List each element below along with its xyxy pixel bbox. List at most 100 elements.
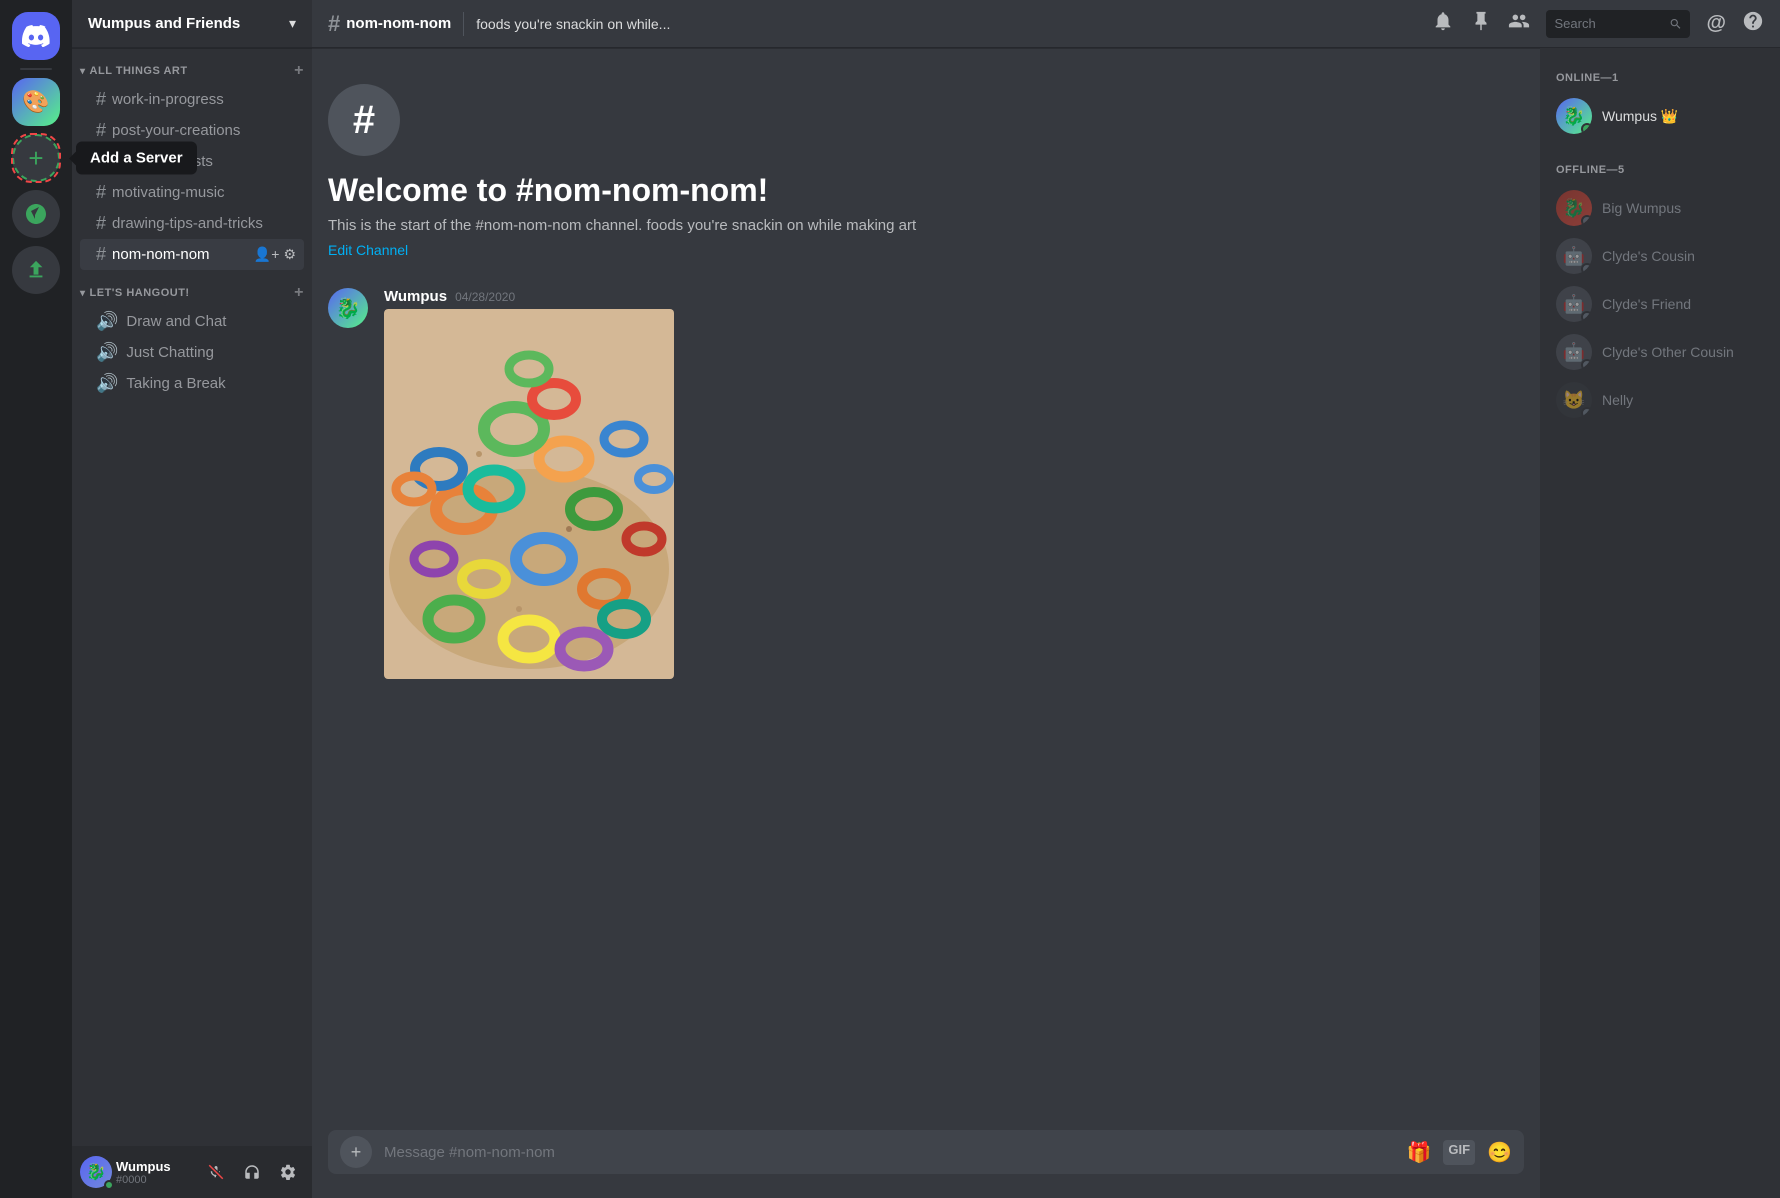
add-server-button[interactable]: + [12, 134, 60, 182]
category-chevron-icon: ▾ [80, 66, 86, 77]
add-channel-icon[interactable]: + [294, 62, 304, 80]
category-chevron-icon: ▾ [80, 288, 86, 299]
top-bar-icons: @ [1432, 10, 1764, 38]
edit-channel-link[interactable]: Edit Channel [328, 242, 408, 258]
member-item-wumpus[interactable]: 🐉 Wumpus 👑 [1548, 92, 1772, 140]
server-dropdown-icon: ▾ [289, 15, 296, 32]
member-name-clydes-friend: Clyde's Friend [1602, 296, 1691, 312]
channel-work-in-progress[interactable]: # work-in-progress [80, 84, 304, 115]
hash-icon: # [96, 120, 106, 141]
settings-icon[interactable]: ⚙ [283, 246, 296, 263]
cereal-image-svg [384, 309, 674, 679]
online-status-dot [1581, 123, 1592, 134]
gif-button[interactable]: GIF [1443, 1140, 1475, 1165]
current-user-avatar: 🐉 [80, 1156, 112, 1188]
server-sidebar: 🎨 + Add a Server [0, 0, 72, 1198]
user-controls [200, 1156, 304, 1188]
server-icon-explore[interactable] [12, 190, 60, 238]
online-members-header: ONLINE—1 [1548, 64, 1772, 88]
add-voice-channel-icon[interactable]: + [294, 284, 304, 302]
hash-icon: # [96, 213, 106, 234]
channel-actions: 👤+ ⚙ [254, 246, 296, 263]
voice-channel-just-chatting[interactable]: 🔊 Just Chatting [80, 337, 304, 368]
pin-icon[interactable] [1470, 10, 1492, 38]
top-bar-description: foods you're snackin on while... [476, 16, 1420, 32]
voice-channel-draw-and-chat[interactable]: 🔊 Draw and Chat [80, 306, 304, 337]
member-avatar-clydes-friend: 🤖 [1556, 286, 1592, 322]
offline-status-dot [1581, 407, 1592, 418]
member-name-clydes-cousin: Clyde's Cousin [1602, 248, 1695, 264]
channel-name: work-in-progress [112, 91, 296, 108]
current-user-name: Wumpus [116, 1159, 196, 1174]
member-name-wumpus: Wumpus 👑 [1602, 108, 1678, 125]
server-icon-discord-home[interactable] [12, 12, 60, 60]
member-avatar-nelly: 😺 [1556, 382, 1592, 418]
top-bar-channel-name: nom-nom-nom [346, 15, 451, 32]
message-content: Wumpus 04/28/2020 [384, 288, 1524, 684]
add-server-container: + Add a Server [12, 134, 60, 182]
add-member-icon[interactable]: 👤+ [254, 246, 280, 263]
inbox-icon[interactable]: @ [1706, 12, 1726, 35]
channel-motivating-music[interactable]: # motivating-music [80, 177, 304, 208]
channel-welcome-icon: # [328, 84, 400, 156]
member-item-nelly[interactable]: 😺 Nelly [1548, 376, 1772, 424]
channel-nom-nom-nom[interactable]: # nom-nom-nom 👤+ ⚙ [80, 239, 304, 270]
message-timestamp: 04/28/2020 [455, 290, 515, 304]
emoji-icon[interactable]: 😊 [1487, 1140, 1512, 1165]
current-user-discriminator: #0000 [116, 1174, 196, 1186]
channel-drawing-tips[interactable]: # drawing-tips-and-tricks [80, 208, 304, 239]
hash-icon: # [96, 89, 106, 110]
category-header-lets-hangout[interactable]: ▾ LET'S HANGOUT! + [72, 278, 312, 306]
voice-channel-taking-a-break[interactable]: 🔊 Taking a Break [80, 368, 304, 399]
member-name-clydes-other-cousin: Clyde's Other Cousin [1602, 344, 1734, 360]
server-name: Wumpus and Friends [88, 15, 289, 32]
server-icon-download[interactable] [12, 246, 60, 294]
member-name-text: Wumpus [1602, 108, 1657, 124]
crown-icon: 👑 [1661, 108, 1678, 124]
channel-welcome: # Welcome to #nom-nom-nom! This is the s… [328, 68, 1524, 284]
member-item-clydes-cousin[interactable]: 🤖 Clyde's Cousin [1548, 232, 1772, 280]
hash-icon: # [96, 244, 106, 265]
channel-hash-icon: # [328, 11, 340, 37]
settings-button[interactable] [272, 1156, 304, 1188]
member-avatar-clydes-cousin: 🤖 [1556, 238, 1592, 274]
mute-button[interactable] [200, 1156, 232, 1188]
voice-channel-name: Taking a Break [126, 375, 296, 392]
main-area: # nom-nom-nom foods you're snackin on wh… [312, 0, 1780, 1198]
category-header-all-things-art[interactable]: ▾ ALL THINGS ART + [72, 56, 312, 84]
welcome-title: Welcome to #nom-nom-nom! [328, 172, 1524, 209]
message-header: Wumpus 04/28/2020 [384, 288, 1524, 305]
speaker-icon: 🔊 [96, 311, 118, 332]
help-icon[interactable] [1742, 10, 1764, 38]
member-avatar-wumpus: 🐉 [1556, 98, 1592, 134]
member-item-clydes-friend[interactable]: 🤖 Clyde's Friend [1548, 280, 1772, 328]
category-lets-hangout: ▾ LET'S HANGOUT! + 🔊 Draw and Chat 🔊 Jus… [72, 278, 312, 399]
server-icon-wumpus-friends[interactable]: 🎨 [12, 78, 60, 126]
offline-status-dot [1581, 263, 1592, 274]
deafen-button[interactable] [236, 1156, 268, 1188]
member-item-big-wumpus[interactable]: 🐉 Big Wumpus [1548, 184, 1772, 232]
server-header[interactable]: Wumpus and Friends ▾ [72, 0, 312, 48]
attach-file-button[interactable]: + [340, 1136, 372, 1168]
notification-bell-icon[interactable] [1432, 10, 1454, 38]
welcome-desc: This is the start of the #nom-nom-nom ch… [328, 217, 1524, 234]
gift-icon[interactable]: 🎁 [1407, 1140, 1432, 1165]
message-input[interactable] [384, 1144, 1395, 1161]
member-name-nelly: Nelly [1602, 392, 1633, 408]
search-input[interactable] [1554, 16, 1661, 31]
channel-name: post-your-creations [112, 122, 296, 139]
voice-channel-name: Just Chatting [126, 344, 296, 361]
channel-name: drawing-tips-and-tricks [112, 215, 296, 232]
input-actions: 🎁 GIF 😊 [1407, 1140, 1512, 1165]
current-user-info: Wumpus #0000 [116, 1159, 196, 1186]
category-name-lets-hangout: LET'S HANGOUT! [90, 287, 295, 299]
red-dashed-border [11, 133, 61, 183]
members-icon[interactable] [1508, 10, 1530, 38]
category-name-all-things-art: ALL THINGS ART [90, 65, 295, 77]
search-bar[interactable] [1546, 10, 1690, 38]
top-bar: # nom-nom-nom foods you're snackin on wh… [312, 0, 1780, 48]
user-area: 🐉 Wumpus #0000 [72, 1146, 312, 1198]
chat-area: # Welcome to #nom-nom-nom! This is the s… [312, 48, 1540, 1198]
channel-name: motivating-music [112, 184, 296, 201]
member-item-clydes-other-cousin[interactable]: 🤖 Clyde's Other Cousin [1548, 328, 1772, 376]
